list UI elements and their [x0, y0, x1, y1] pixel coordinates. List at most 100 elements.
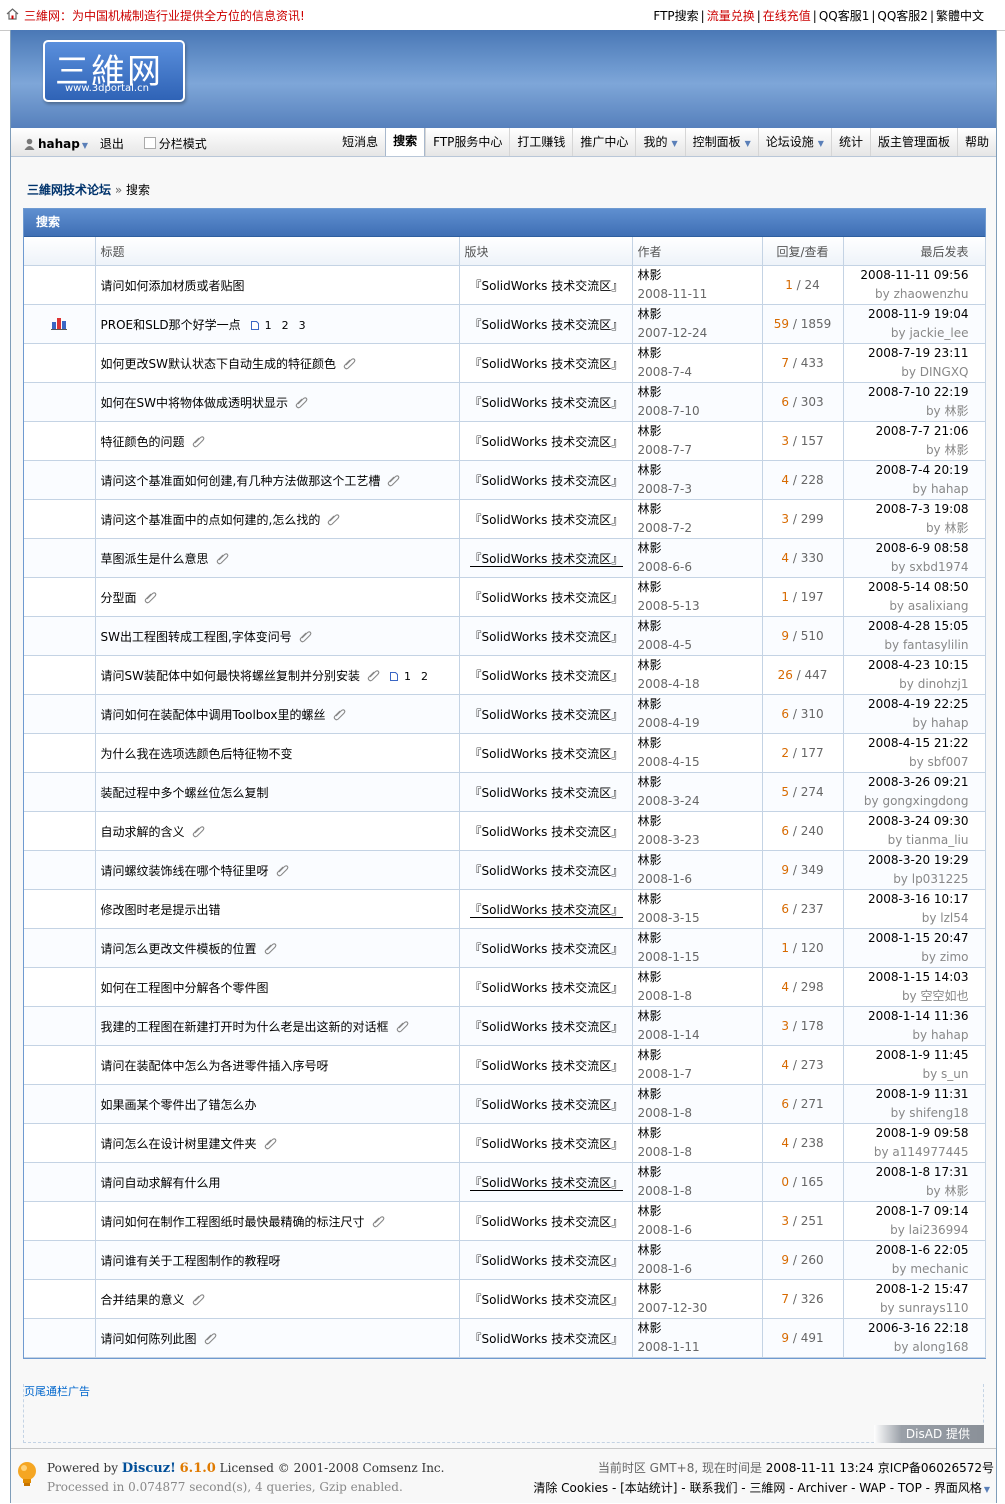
forum-link[interactable]: 『SolidWorks 技术交流区』 — [470, 1020, 624, 1034]
last-post-time[interactable]: 2008-3-20 19:29 — [849, 851, 969, 870]
last-post-time[interactable]: 2008-1-7 09:14 — [849, 1202, 969, 1221]
forum-link[interactable]: 『SolidWorks 技术交流区』 — [470, 669, 624, 683]
forum-link[interactable]: 『SolidWorks 技术交流区』 — [469, 1175, 624, 1191]
table-row[interactable]: 如何在SW中将物体做成透明状显示 『SolidWorks 技术交流区』 林影 2008… — [24, 382, 986, 422]
last-post-time[interactable]: 2008-3-24 09:30 — [849, 812, 969, 831]
author-link[interactable]: 林影 — [638, 422, 757, 441]
last-post-time[interactable]: 2008-3-26 09:21 — [849, 773, 969, 792]
nav-item[interactable]: 搜索 — [385, 128, 426, 156]
author-link[interactable]: 林影 — [638, 344, 757, 363]
forum-link[interactable]: 『SolidWorks 技术交流区』 — [470, 1254, 624, 1268]
last-poster-link[interactable]: shifeng18 — [909, 1106, 968, 1120]
author-link[interactable]: 林影 — [638, 305, 757, 324]
author-link[interactable]: 林影 — [638, 929, 757, 948]
author-link[interactable]: 林影 — [638, 1202, 757, 1221]
table-row[interactable]: 请问在装配体中怎么为各进零件插入序号呀 『SolidWorks 技术交流区』 林影 2… — [24, 1045, 986, 1085]
last-post-time[interactable]: 2008-4-15 21:22 — [849, 734, 969, 753]
forum-link[interactable]: 『SolidWorks 技术交流区』 — [470, 630, 624, 644]
table-row[interactable]: 分型面 『SolidWorks 技术交流区』 林影 2008-5-13 1 / 197 2… — [24, 577, 986, 617]
last-post-time[interactable]: 2008-7-10 22:19 — [849, 383, 969, 402]
last-post-time[interactable]: 2008-1-15 20:47 — [849, 929, 969, 948]
forum-link[interactable]: 『SolidWorks 技术交流区』 — [470, 279, 624, 293]
last-poster-link[interactable]: asalixiang — [908, 599, 969, 613]
last-poster-link[interactable]: 林影 — [944, 521, 968, 535]
last-poster-link[interactable]: fantasylilin — [903, 638, 969, 652]
last-poster-link[interactable]: hahap — [931, 1028, 969, 1042]
table-row[interactable]: 特征颜色的问题 『SolidWorks 技术交流区』 林影 2008-7-7 3 / 1… — [24, 421, 986, 461]
chevron-down-icon[interactable]: ▼ — [82, 141, 88, 150]
last-post-time[interactable]: 2008-1-15 14:03 — [849, 968, 969, 987]
site-logo[interactable]: 三維网 www.3dportal.cn — [43, 40, 185, 102]
forum-link[interactable]: 『SolidWorks 技术交流区』 — [470, 318, 624, 332]
nav-item[interactable]: FTP服务中心 — [425, 128, 509, 156]
last-poster-link[interactable]: mechanic — [910, 1262, 968, 1276]
last-poster-link[interactable]: lai236994 — [909, 1223, 969, 1237]
author-link[interactable]: 林影 — [638, 539, 757, 558]
author-link[interactable]: 林影 — [638, 656, 757, 675]
footer-ad-label[interactable]: 页尾通栏广告 — [24, 1383, 90, 1399]
last-post-time[interactable]: 2008-6-9 08:58 — [849, 539, 969, 558]
thread-title-link[interactable]: 请问如何在装配体中调用Toolbox里的螺丝 — [101, 708, 326, 722]
forum-link[interactable]: 『SolidWorks 技术交流区』 — [469, 902, 624, 918]
forum-link[interactable]: 『SolidWorks 技术交流区』 — [470, 708, 624, 722]
table-row[interactable]: SW出工程图转成工程图,字体变问号 『SolidWorks 技术交流区』 林影 200… — [24, 616, 986, 656]
forum-link[interactable]: 『SolidWorks 技术交流区』 — [470, 357, 624, 371]
thread-title-link[interactable]: 请问怎么更改文件模板的位置 — [101, 942, 257, 956]
author-link[interactable]: 林影 — [638, 1280, 757, 1299]
last-poster-link[interactable]: tianma_liu — [906, 833, 968, 847]
thread-title-link[interactable]: 分型面 — [101, 591, 137, 605]
page-link[interactable]: 3 — [299, 319, 306, 332]
last-post-time[interactable]: 2006-3-16 22:18 — [849, 1319, 969, 1338]
page-link[interactable]: 1 — [404, 670, 411, 683]
last-post-time[interactable]: 2008-4-19 22:25 — [849, 695, 969, 714]
author-link[interactable]: 林影 — [638, 1319, 757, 1338]
thread-title-link[interactable]: 请问这个基准面如何创建,有几种方法做那这个工艺槽 — [101, 474, 381, 488]
author-link[interactable]: 林影 — [638, 461, 757, 480]
top-link[interactable]: 在线充值 — [763, 9, 811, 23]
last-poster-link[interactable]: lzl54 — [940, 911, 968, 925]
thread-title-link[interactable]: SW出工程图转成工程图,字体变问号 — [101, 630, 292, 644]
disad-badge[interactable]: DisAD 提供 — [874, 1425, 984, 1443]
last-poster-link[interactable]: zimo — [940, 950, 969, 964]
forum-link[interactable]: 『SolidWorks 技术交流区』 — [470, 591, 624, 605]
thread-title-link[interactable]: 请问自动求解有什么用 — [101, 1176, 221, 1190]
thread-title-link[interactable]: 合并结果的意义 — [101, 1293, 185, 1307]
last-post-time[interactable]: 2008-1-2 15:47 — [849, 1280, 969, 1299]
forum-link[interactable]: 『SolidWorks 技术交流区』 — [469, 551, 624, 567]
thread-title-link[interactable]: 如何更改SW默认状态下自动生成的特征颜色 — [101, 357, 336, 371]
home-icon[interactable] — [6, 8, 19, 20]
last-poster-link[interactable]: 林影 — [944, 1184, 968, 1198]
table-row[interactable]: 请问如何添加材质或者贴图 『SolidWorks 技术交流区』 林影 2008-11-… — [24, 265, 986, 305]
top-link[interactable]: FTP搜索 — [653, 9, 698, 23]
thread-title-link[interactable]: PROE和SLD那个好学一点 — [101, 318, 241, 332]
forum-link[interactable]: 『SolidWorks 技术交流区』 — [470, 474, 624, 488]
thread-title-link[interactable]: 修改图时老是提示出错 — [101, 903, 221, 917]
last-poster-link[interactable]: hahap — [931, 716, 969, 730]
table-row[interactable]: 合并结果的意义 『SolidWorks 技术交流区』 林影 2007-12-30 7 /… — [24, 1279, 986, 1319]
author-link[interactable]: 林影 — [638, 1241, 757, 1260]
page-link[interactable]: 2 — [421, 670, 428, 683]
nav-item[interactable]: 控制面板 ▼ — [684, 128, 758, 156]
author-link[interactable]: 林影 — [638, 578, 757, 597]
last-post-time[interactable]: 2008-5-14 08:50 — [849, 578, 969, 597]
thread-title-link[interactable]: 如果画某个零件出了错怎么办 — [101, 1098, 257, 1112]
thread-title-link[interactable]: 请问这个基准面中的点如何建的,怎么找的 — [101, 513, 321, 527]
last-post-time[interactable]: 2008-11-11 09:56 — [849, 266, 968, 285]
table-row[interactable]: 如果画某个零件出了错怎么办 『SolidWorks 技术交流区』 林影 2008-1-… — [24, 1084, 986, 1124]
last-poster-link[interactable]: jackie_lee — [909, 326, 968, 340]
last-post-time[interactable]: 2008-1-9 11:31 — [849, 1085, 969, 1104]
author-link[interactable]: 林影 — [638, 1007, 757, 1026]
icp-link[interactable]: 京ICP备06026572号 — [878, 1461, 994, 1475]
logout-link[interactable]: 退出 — [100, 137, 124, 151]
thread-title-link[interactable]: 请问螺纹装饰线在哪个特征里呀 — [101, 864, 269, 878]
nav-item[interactable]: 短消息 — [335, 128, 385, 156]
forum-link[interactable]: 『SolidWorks 技术交流区』 — [470, 513, 624, 527]
thread-title-link[interactable]: 草图派生是什么意思 — [101, 552, 209, 566]
forum-link[interactable]: 『SolidWorks 技术交流区』 — [470, 1137, 624, 1151]
forum-link[interactable]: 『SolidWorks 技术交流区』 — [470, 864, 624, 878]
table-row[interactable]: 请问怎么在设计树里建文件夹 『SolidWorks 技术交流区』 林影 2008-1-… — [24, 1123, 986, 1163]
nav-item[interactable]: 推广中心 — [572, 128, 635, 156]
nav-item[interactable]: 帮助 — [956, 128, 996, 156]
thread-title-link[interactable]: 请问谁有关于工程图制作的教程呀 — [101, 1254, 281, 1268]
last-post-time[interactable]: 2008-1-8 17:31 — [849, 1163, 969, 1182]
